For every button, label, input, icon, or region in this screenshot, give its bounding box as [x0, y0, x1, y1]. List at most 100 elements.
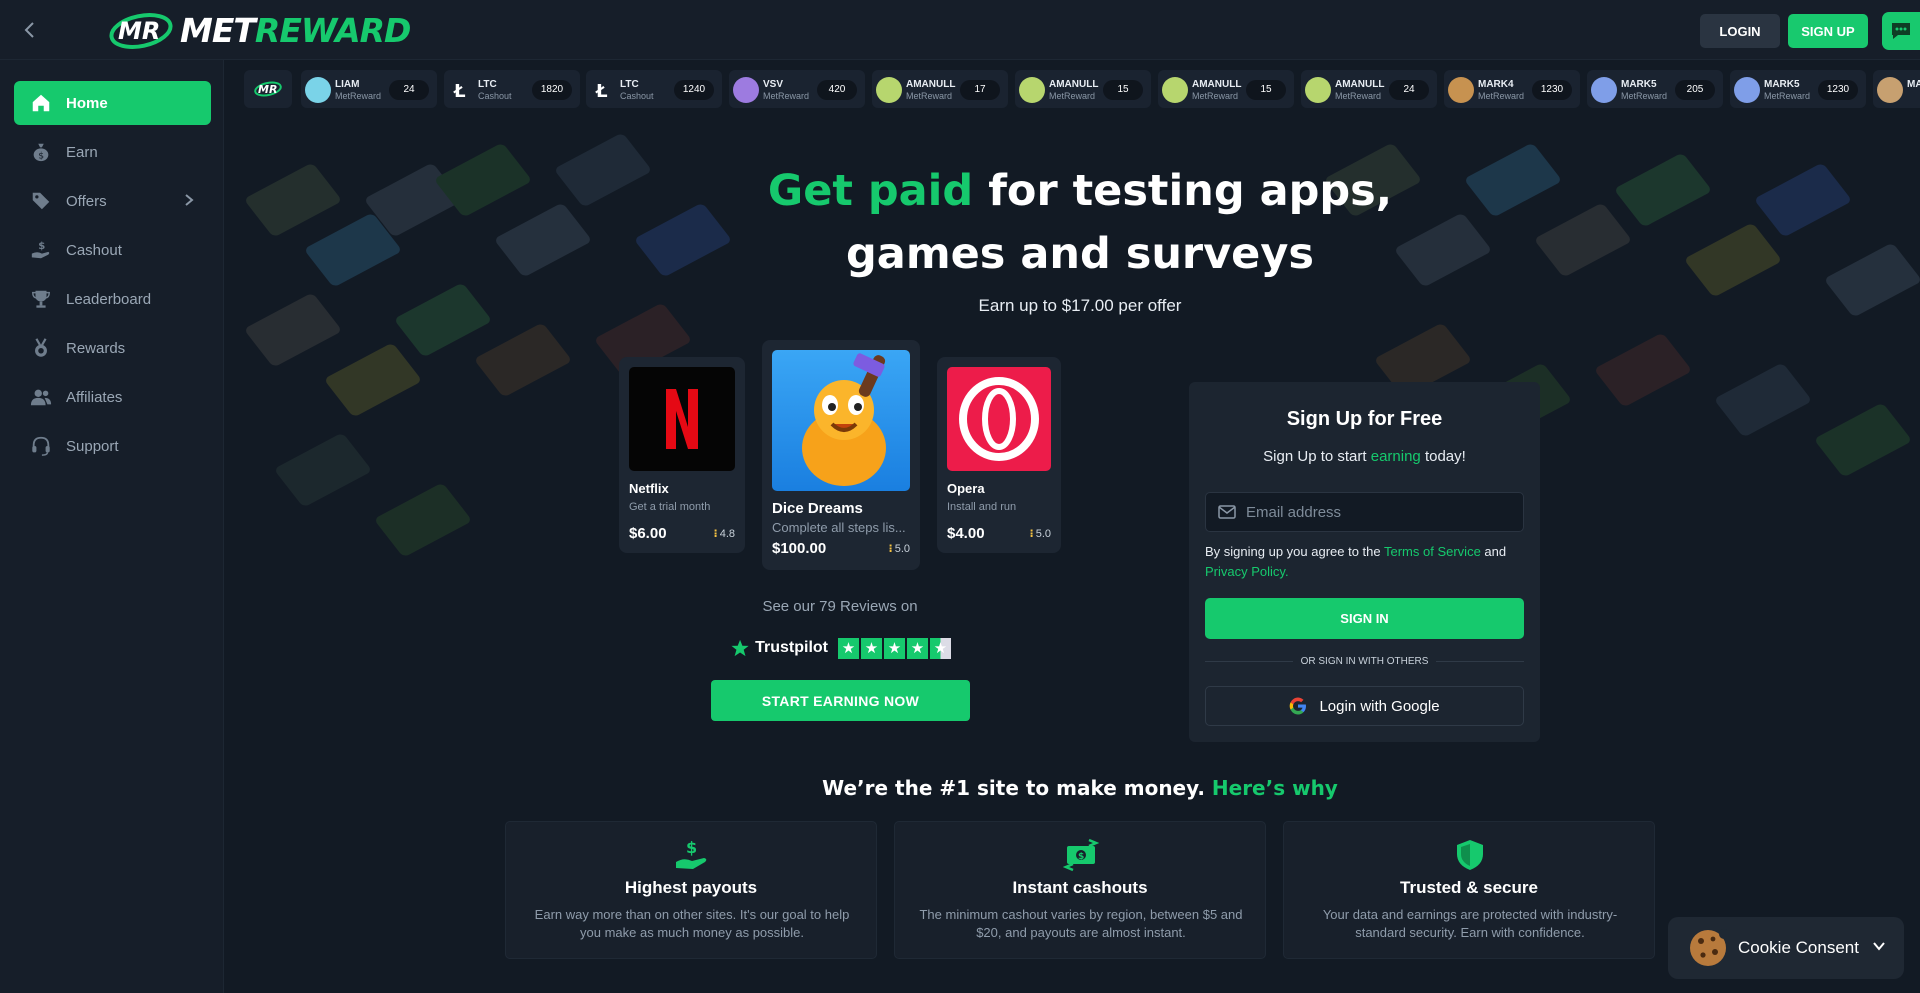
ticker-item[interactable]: Ł LTC Cashout 1820	[444, 70, 580, 108]
offer-title: Opera	[947, 481, 985, 496]
hero-headline: Get paid for testing apps, games and sur…	[767, 166, 1393, 279]
dice-dreams-image	[772, 350, 910, 491]
sidebar-item-label: Affiliates	[66, 388, 123, 406]
feature-card-instant-cashouts: $ Instant cashouts The minimum cashout v…	[894, 821, 1266, 959]
svg-text:$: $	[686, 838, 697, 857]
ticker-source: MetReward	[1049, 91, 1096, 101]
avatar	[733, 77, 759, 103]
cash-hand-icon: $	[31, 241, 50, 259]
ticker-amount: 1230	[1532, 80, 1572, 100]
offer-price: $100.00	[772, 540, 827, 557]
back-arrow-icon[interactable]	[18, 18, 42, 42]
signup-panel: Sign Up for Free Sign Up to start earnin…	[1189, 382, 1540, 742]
ticker-amount: 15	[1246, 80, 1286, 100]
feature-description: Earn way more than on other sites. It's …	[534, 907, 850, 940]
sidebar: Home $ Earn Offers $ Cashout Leaderboard…	[0, 60, 224, 993]
or-divider: OR SIGN IN WITH OTHERS	[1205, 654, 1524, 668]
money-hand-icon: $	[676, 838, 707, 869]
ticker-item[interactable]: MA	[1873, 70, 1920, 108]
offer-description: Get a trial month	[629, 501, 711, 513]
ticker-item[interactable]: AMANULL MetReward 17	[872, 70, 1008, 108]
top-bar: MR METREWARD LOGIN SIGN UP	[0, 0, 1920, 60]
terms-of-service-link[interactable]: Terms of Service	[1384, 544, 1481, 559]
ticker-item[interactable]: MARK5 MetReward 205	[1587, 70, 1723, 108]
logo-text: METREWARD	[180, 10, 411, 50]
star-rating: ★ ★ ★ ★ ★	[838, 637, 951, 659]
ticker-item[interactable]: AMANULL MetReward 15	[1015, 70, 1151, 108]
trustpilot-badge[interactable]: Trustpilot ★ ★ ★ ★ ★	[731, 636, 951, 660]
offer-title: Dice Dreams	[772, 500, 863, 517]
cookie-icon	[1690, 929, 1728, 966]
avatar	[1591, 77, 1617, 103]
svg-text:$: $	[38, 150, 44, 161]
ticker-amount: 17	[960, 80, 1000, 100]
ticker-source: MetReward	[1621, 91, 1668, 101]
offer-card-netflix[interactable]: Netflix Get a trial month $6.00 ⁝ 4.8	[619, 357, 745, 553]
ticker-item[interactable]: MARK5 MetReward 1230	[1730, 70, 1866, 108]
cash-exchange-icon: $	[1063, 838, 1099, 872]
privacy-policy-link[interactable]: Privacy Policy.	[1205, 564, 1289, 579]
sidebar-item-earn[interactable]: $ Earn	[14, 130, 211, 174]
litecoin-icon: Ł	[590, 77, 616, 103]
star-icon: ★	[907, 637, 928, 659]
sidebar-item-label: Rewards	[66, 339, 126, 357]
login-button[interactable]: LOGIN	[1700, 14, 1780, 48]
avatar	[1877, 77, 1903, 103]
sidebar-item-offers[interactable]: Offers	[14, 179, 211, 223]
ticker-amount: 24	[389, 80, 429, 100]
logo[interactable]: MR METREWARD	[108, 10, 411, 50]
ticker-username: MARK4	[1478, 79, 1514, 90]
ticker-item[interactable]: AMANULL MetReward 24	[1301, 70, 1437, 108]
avatar	[1734, 77, 1760, 103]
sidebar-item-label: Offers	[66, 192, 107, 210]
cookie-consent-toggle[interactable]: Cookie Consent	[1668, 917, 1904, 979]
ticker-item[interactable]: MARK4 MetReward 1230	[1444, 70, 1580, 108]
star-icon: ★	[861, 637, 882, 659]
sidebar-item-rewards[interactable]: Rewards	[14, 326, 211, 370]
sidebar-item-leaderboard[interactable]: Leaderboard	[14, 277, 211, 321]
sidebar-item-support[interactable]: Support	[14, 424, 211, 468]
ticker-source: MetReward	[1764, 91, 1811, 101]
avatar	[1305, 77, 1331, 103]
offer-card-opera[interactable]: Opera Install and run $4.00 ⁝ 5.0	[937, 357, 1061, 553]
email-field[interactable]	[1205, 492, 1524, 532]
login-with-google-button[interactable]: Login with Google	[1205, 686, 1524, 726]
netflix-logo-icon	[629, 367, 735, 471]
avatar	[876, 77, 902, 103]
ticker-item[interactable]: Ł LTC Cashout 1240	[586, 70, 722, 108]
ticker-username: MARK5	[1764, 79, 1800, 90]
ticker-amount: 24	[1389, 80, 1429, 100]
ticker-username: AMANULL	[1192, 79, 1242, 90]
sidebar-item-cashout[interactable]: $ Cashout	[14, 228, 211, 272]
ticker-amount: 1820	[532, 80, 572, 100]
ticker-item[interactable]: LIAM MetReward 24	[301, 70, 437, 108]
ticker-item[interactable]: AMANULL MetReward 15	[1158, 70, 1294, 108]
ticker-username: LIAM	[335, 79, 360, 90]
sign-in-button[interactable]: SIGN IN	[1205, 598, 1524, 639]
star-icon: ★	[884, 637, 905, 659]
trustpilot-star-icon	[731, 639, 749, 657]
start-earning-button[interactable]: START EARNING NOW	[711, 680, 970, 721]
feature-description: The minimum cashout varies by region, be…	[919, 907, 1243, 940]
sidebar-item-affiliates[interactable]: Affiliates	[14, 375, 211, 419]
ticker-logo-icon: MR	[244, 70, 292, 108]
email-input[interactable]	[1246, 503, 1516, 521]
sidebar-item-home[interactable]: Home	[14, 81, 211, 125]
feature-description: Your data and earnings are protected wit…	[1322, 907, 1618, 940]
reviews-text: See our 79 Reviews on	[762, 598, 918, 615]
ticker-source: MetReward	[1192, 91, 1239, 101]
svg-text:Ł: Ł	[453, 81, 466, 102]
svg-text:$: $	[1078, 852, 1084, 862]
svg-text:$: $	[38, 241, 45, 252]
chat-button[interactable]	[1882, 12, 1920, 50]
ticker-item[interactable]: VSV MetReward 420	[729, 70, 865, 108]
why-section-title: We’re the #1 site to make money. Here’s …	[822, 776, 1338, 800]
offer-card-dice-dreams[interactable]: Dice Dreams Complete all steps lis... $1…	[762, 340, 920, 570]
signup-button[interactable]: SIGN UP	[1788, 14, 1868, 48]
headset-icon	[32, 436, 50, 456]
terms-text: By signing up you agree to the Terms of …	[1205, 544, 1507, 579]
ticker-source: Cashout	[478, 91, 512, 101]
sidebar-item-label: Cashout	[66, 241, 122, 259]
offer-price: $4.00	[947, 525, 985, 542]
ticker-source: MetReward	[1478, 91, 1525, 101]
